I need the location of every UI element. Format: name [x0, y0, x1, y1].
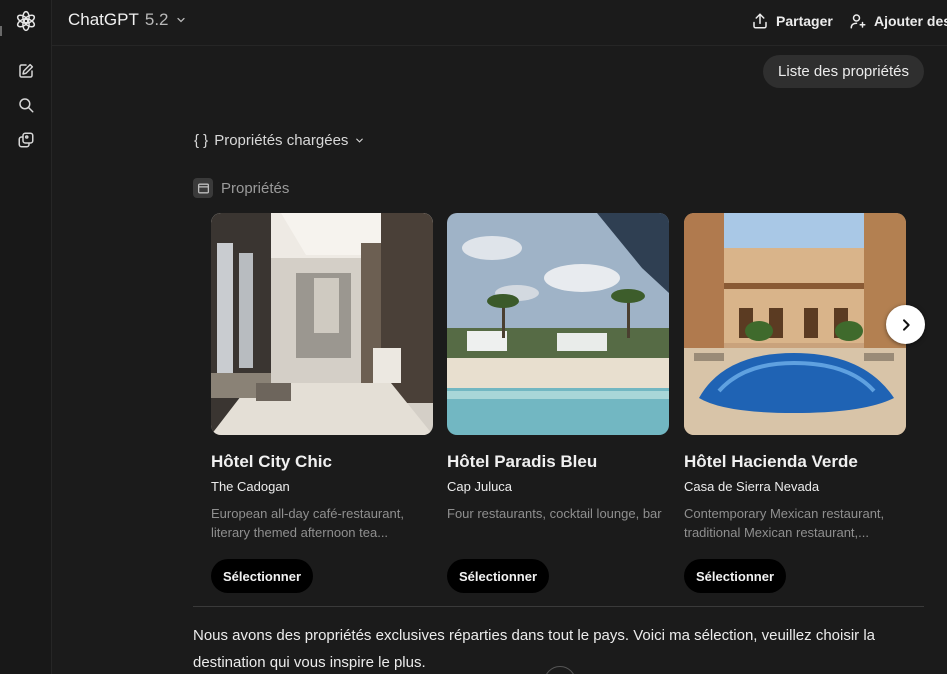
add-people-button[interactable]: Ajouter des — [849, 12, 947, 30]
property-title: Hôtel Paradis Bleu — [447, 452, 598, 471]
widget-label: Propriétés — [221, 179, 290, 197]
widget-header: Propriétés — [193, 178, 289, 198]
hacienda-pool-image — [684, 213, 906, 435]
search-icon[interactable] — [14, 93, 38, 117]
add-person-icon — [850, 14, 866, 29]
property-subtitle: Casa de Sierra Nevada — [684, 479, 820, 494]
property-description: Four restaurants, cocktail lounge, bar — [447, 506, 662, 521]
new-chat-icon[interactable] — [14, 59, 38, 83]
select-button[interactable]: Sélectionner — [447, 559, 549, 593]
user-message-bubble: Liste des propriétés — [763, 55, 924, 88]
model-version: 5.2 — [144, 10, 169, 29]
beach-resort-image — [447, 213, 669, 435]
share-label: Partager — [776, 13, 833, 29]
chevron-down-icon — [176, 17, 185, 23]
select-button[interactable]: Sélectionner — [211, 559, 313, 593]
app-widget-icon — [193, 178, 213, 198]
top-header: ChatGPT 5.2 Partager Ajouter des — [52, 0, 947, 46]
divider — [193, 606, 924, 607]
tool-status-label: Propriétés chargées — [214, 132, 349, 149]
property-subtitle: The Cadogan — [211, 479, 290, 494]
property-description: Contemporary Mexican restaurant, traditi… — [684, 506, 885, 540]
model-selector[interactable]: ChatGPT 5.2 — [68, 10, 187, 30]
property-title: Hôtel City Chic — [211, 452, 332, 471]
chevron-down-icon — [356, 138, 364, 143]
property-description: European all-day café-restaurant, litera… — [211, 506, 404, 540]
share-button[interactable]: Partager — [751, 12, 833, 30]
sidebar-resize-handle[interactable] — [0, 26, 2, 36]
openai-logo-icon[interactable] — [14, 9, 38, 33]
carousel-next-button[interactable] — [886, 305, 925, 344]
property-subtitle: Cap Juluca — [447, 479, 513, 494]
property-card: Hôtel Paradis Bleu Cap Juluca Four resta… — [447, 213, 669, 593]
share-icon — [753, 13, 767, 29]
property-card: Hôtel Hacienda Verde Casa de Sierra Neva… — [684, 213, 906, 593]
property-card: Hôtel City Chic The Cadogan European all… — [211, 213, 433, 593]
tool-status-toggle[interactable]: { } Propriétés chargées — [194, 132, 365, 149]
hotel-lobby-image — [211, 213, 433, 435]
chevron-right-icon — [902, 318, 910, 331]
library-icon[interactable] — [14, 128, 38, 152]
code-brace-icon: { } — [194, 132, 209, 149]
property-title: Hôtel Hacienda Verde — [684, 452, 858, 471]
add-people-label: Ajouter des — [874, 13, 947, 29]
select-button[interactable]: Sélectionner — [684, 559, 786, 593]
sidebar-rail — [0, 0, 52, 674]
model-name: ChatGPT — [68, 10, 139, 29]
